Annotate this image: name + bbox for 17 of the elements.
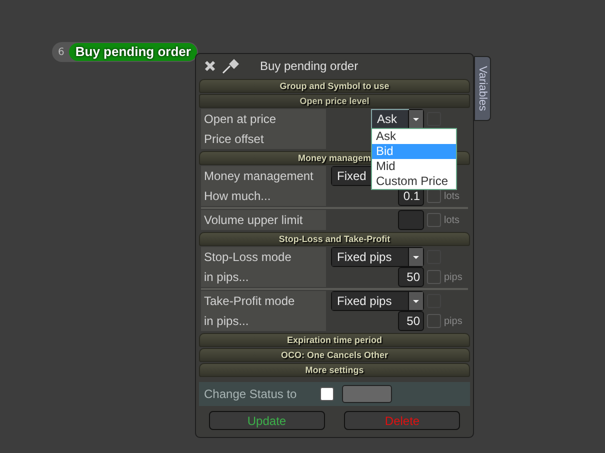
node-label: Buy pending order (69, 43, 197, 61)
field-label: in pips... (201, 311, 326, 331)
field-label: Stop-Loss mode (201, 247, 326, 267)
unit-label: pips (444, 272, 464, 282)
field-label: Price offset (201, 129, 326, 149)
field-label: Take-Profit mode (201, 291, 326, 311)
field-label: Volume upper limit (201, 210, 326, 230)
unit-label: lots (444, 190, 461, 202)
field-label: How much... (201, 186, 326, 206)
field-label: Open at price (201, 109, 326, 129)
field-label: Money management (201, 166, 326, 186)
node-number: 6 (57, 46, 66, 58)
unit-label: pips (444, 316, 464, 326)
unit-label: lots (444, 214, 461, 226)
window-title: Buy pending order (260, 59, 358, 73)
status-label: Change Status to (204, 387, 298, 401)
field-label: in pips... (201, 267, 326, 287)
